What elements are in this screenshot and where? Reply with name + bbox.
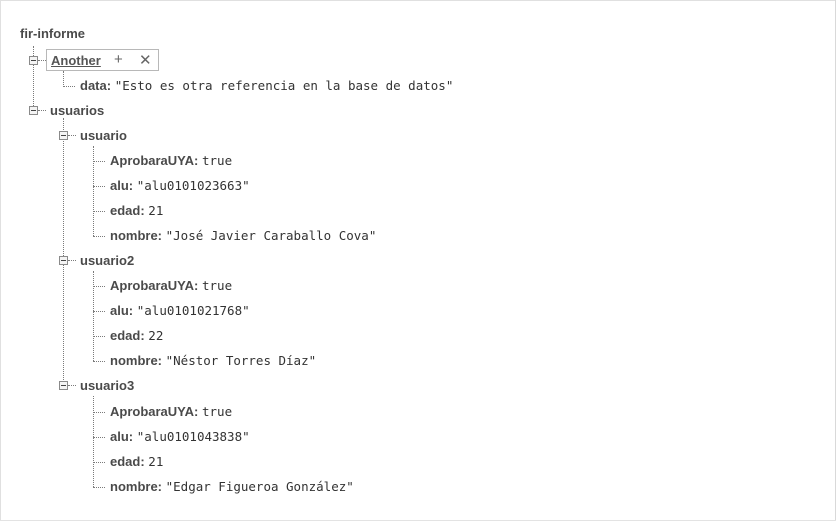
tree-connector <box>93 271 94 361</box>
tree-connector <box>68 135 76 136</box>
leaf-alu[interactable]: alu: "alu0101023663" <box>110 178 250 194</box>
collapse-toggle-usuario3[interactable] <box>59 381 68 390</box>
node-key-another[interactable]: Another <box>51 53 101 68</box>
tree-connector <box>93 361 105 362</box>
collapse-toggle-another[interactable] <box>29 56 38 65</box>
leaf-nombre[interactable]: nombre: "Edgar Figueroa González" <box>110 479 354 495</box>
leaf-aprobarauya[interactable]: AprobaraUYA: true <box>110 153 232 169</box>
plus-icon[interactable]: + <box>114 51 123 68</box>
leaf-aprobarauya[interactable]: AprobaraUYA: true <box>110 404 232 420</box>
tree-connector <box>93 161 105 162</box>
node-edit-another[interactable]: Another + ✕ <box>46 49 159 71</box>
tree-connector <box>93 146 94 236</box>
tree-connector <box>93 396 94 487</box>
tree-connector <box>93 211 105 212</box>
leaf-aprobarauya[interactable]: AprobaraUYA: true <box>110 278 232 294</box>
leaf-alu[interactable]: alu: "alu0101043838" <box>110 429 250 445</box>
node-key-usuarios[interactable]: usuarios <box>50 103 104 119</box>
tree-connector <box>93 186 105 187</box>
collapse-toggle-usuarios[interactable] <box>29 106 38 115</box>
node-key-usuario3[interactable]: usuario3 <box>80 378 134 394</box>
leaf-edad[interactable]: edad: 21 <box>110 454 163 470</box>
leaf-nombre[interactable]: nombre: "Néstor Torres Díaz" <box>110 353 316 369</box>
tree-connector <box>93 336 105 337</box>
tree-connector <box>38 110 46 111</box>
tree-connector <box>93 311 105 312</box>
tree-connector <box>93 286 105 287</box>
leaf-alu[interactable]: alu: "alu0101021768" <box>110 303 250 319</box>
tree-connector <box>63 86 75 87</box>
root-node-title[interactable]: fir-informe <box>20 26 85 41</box>
collapse-toggle-usuario2[interactable] <box>59 256 68 265</box>
tree-connector <box>68 385 76 386</box>
tree-connector <box>63 71 64 87</box>
tree-connector <box>68 260 76 261</box>
leaf-edad[interactable]: edad: 22 <box>110 328 163 344</box>
node-key-usuario2[interactable]: usuario2 <box>80 253 134 269</box>
tree-connector <box>93 437 105 438</box>
leaf-edad[interactable]: edad: 21 <box>110 203 163 219</box>
close-icon[interactable]: ✕ <box>139 51 152 69</box>
tree-connector <box>93 236 105 237</box>
node-key-usuario[interactable]: usuario <box>80 128 127 144</box>
tree-connector <box>63 118 64 386</box>
tree-connector <box>38 60 46 61</box>
collapse-toggle-usuario[interactable] <box>59 131 68 140</box>
leaf-data[interactable]: data: "Esto es otra referencia en la bas… <box>80 78 453 94</box>
tree-connector <box>93 487 105 488</box>
tree-connector <box>93 412 105 413</box>
tree-connector <box>93 462 105 463</box>
leaf-nombre[interactable]: nombre: "José Javier Caraballo Cova" <box>110 228 376 244</box>
